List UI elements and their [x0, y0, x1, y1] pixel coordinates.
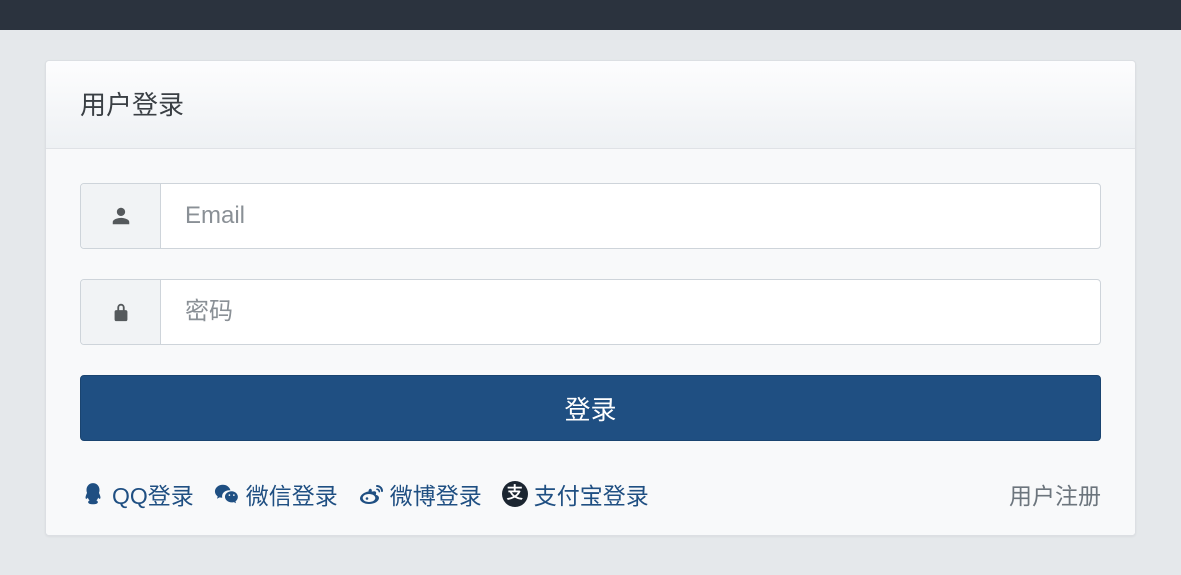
alipay-login-label: 支付宝登录: [534, 477, 649, 511]
email-input[interactable]: [161, 184, 1100, 248]
footer-row: QQ登录 微信登录 微博登录: [80, 477, 1101, 511]
password-input[interactable]: [161, 280, 1100, 344]
panel-title: 用户登录: [80, 85, 1101, 122]
panel-header: 用户登录: [46, 61, 1135, 149]
wechat-login-link[interactable]: 微信登录: [214, 477, 338, 511]
user-icon: [81, 184, 161, 248]
qq-icon: [80, 481, 106, 507]
page-content: 用户登录 登录: [0, 30, 1181, 536]
panel-body: 登录 QQ登录 微信登录: [46, 149, 1135, 535]
weibo-login-label: 微博登录: [390, 477, 482, 511]
top-nav-bar: [0, 0, 1181, 30]
qq-login-link[interactable]: QQ登录: [80, 477, 194, 511]
wechat-icon: [214, 481, 240, 507]
lock-icon: [81, 280, 161, 344]
alipay-icon: 支: [502, 481, 528, 507]
login-button[interactable]: 登录: [80, 375, 1101, 441]
weibo-icon: [358, 481, 384, 507]
register-link[interactable]: 用户注册: [1009, 477, 1101, 511]
qq-login-label: QQ登录: [112, 477, 194, 511]
weibo-login-link[interactable]: 微博登录: [358, 477, 482, 511]
email-field-group: [80, 183, 1101, 249]
login-panel: 用户登录 登录: [45, 60, 1136, 536]
wechat-login-label: 微信登录: [246, 477, 338, 511]
alipay-login-link[interactable]: 支 支付宝登录: [502, 477, 649, 511]
social-login-links: QQ登录 微信登录 微博登录: [80, 477, 649, 511]
password-field-group: [80, 279, 1101, 345]
